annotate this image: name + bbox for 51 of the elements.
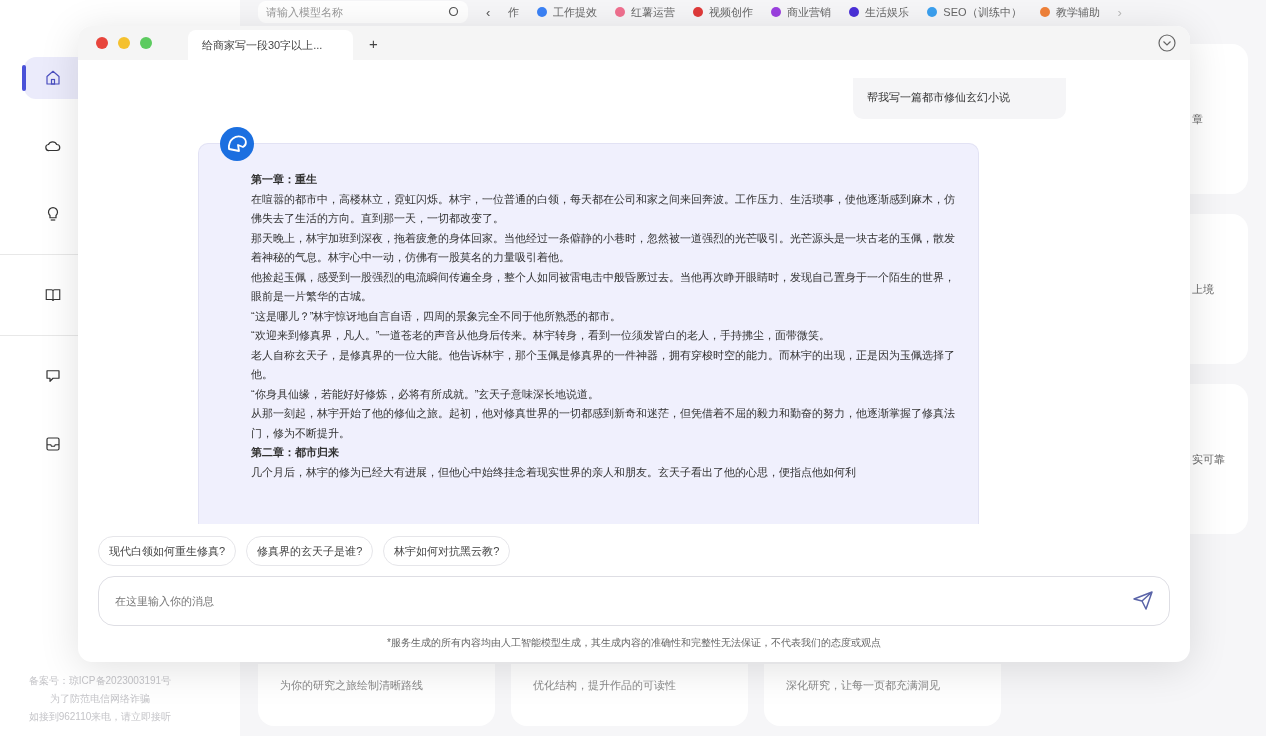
category-tab[interactable]: 视频创作 <box>693 4 754 20</box>
message-paragraph: 老人自称玄天子，是修真界的一位大能。他告诉林宇，那个玉佩是修真界的一件神器，拥有穿梭时空的能力。而林宇的出现，正是因为玉佩选择了他。 <box>251 347 956 382</box>
message-paragraph: “这是哪儿？”林宇惊讶地自言自语，四周的景象完全不同于他所熟悉的都市。 <box>251 308 623 324</box>
category-tab[interactable]: 教学辅助 <box>1039 4 1100 20</box>
message-paragraph: “欢迎来到修真界，凡人。”一道苍老的声音从他身后传来。林宇转身，看到一位须发皆白的老人，手持拂尘，面带微笑。 <box>251 328 832 343</box>
chevron-down-icon[interactable] <box>1158 34 1176 52</box>
card-text: 深化研究，让每一页都充满洞见 <box>786 678 940 693</box>
feature-card[interactable]: 上境 <box>1190 214 1248 364</box>
search-icon <box>448 6 460 18</box>
user-message: 帮我写一篇都市修仙玄幻小说 <box>853 78 1066 119</box>
category-tab[interactable]: SEO（训练中） <box>927 4 1022 20</box>
card-text: 优化结构，提升作品的可读性 <box>533 678 676 693</box>
message-paragraph: 在喧嚣的都市中，高楼林立，霓虹闪烁。林宇，一位普通的白领，每天都在公司和家之间来回奔波。工作压力、生活琐事，使他逐渐感到麻木，仿佛失去了生活的方向。直到那一天，一切都改变了。 <box>251 191 956 226</box>
disclaimer-text: *服务生成的所有内容均由人工智能模型生成，其生成内容的准确性和完整性无法保证，不代表我们的态度或观点 <box>386 636 882 650</box>
chapter-heading: 第一章：重生 <box>251 172 318 187</box>
card-text: 实可靠 <box>1192 451 1225 467</box>
message-paragraph: 他捡起玉佩，感受到一股强烈的电流瞬间传遍全身，整个人如同被雷电击中般昏厥过去。当他再次睁开眼睛时，发现自己置身于一个陌生的世界，眼前是一片繁华的古城。 <box>251 269 956 304</box>
feature-card[interactable]: 实可靠 <box>1190 384 1248 534</box>
card-text: 为你的研究之旅绘制清晰路线 <box>280 678 423 693</box>
maximize-button[interactable] <box>140 37 152 49</box>
inbox-icon <box>44 435 62 453</box>
feature-card[interactable]: 优化结构，提升作品的可读性 <box>511 664 748 726</box>
feature-card[interactable]: 章 <box>1190 44 1248 194</box>
card-text: 章 <box>1192 111 1203 127</box>
search-field[interactable]: 请输入模型名称 <box>258 1 468 23</box>
new-tab-button[interactable]: + <box>363 34 384 52</box>
category-tab[interactable]: 作 <box>508 4 520 20</box>
book-icon <box>44 286 62 304</box>
close-button[interactable] <box>96 37 108 49</box>
chat-icon <box>44 367 62 385</box>
category-tab[interactable]: 工作提效 <box>537 4 598 20</box>
chapter-heading: 第二章：都市归来 <box>251 445 340 460</box>
message-paragraph: 那天晚上，林宇加班到深夜，拖着疲惫的身体回家。当他经过一条僻静的小巷时，忽然被一道强烈的光芒吸引。光芒源头是一块古老的玉佩，散发着神秘的气息。林宇心中一动，仿佛有一股莫名的力量吸引着他。 <box>251 230 956 265</box>
message-paragraph: 几个月后，林宇的修为已经大有进展，但他心中始终挂念着现实世界的亲人和朋友。玄天子看出了他的心思，便指点他如何利 <box>251 464 857 480</box>
category-tab[interactable]: 红薯运营 <box>615 4 676 20</box>
sidebar-item[interactable] <box>24 57 80 99</box>
category-tab[interactable]: 生活娱乐 <box>849 4 910 20</box>
category-tab[interactable]: 商业营销 <box>771 4 832 20</box>
message-paragraph: “你身具仙缘，若能好好修炼，必将有所成就。”玄天子意味深长地说道。 <box>251 386 601 402</box>
chat-tab[interactable]: 给商家写一段30字以上... <box>188 30 353 60</box>
card-text: 上境 <box>1192 281 1214 297</box>
suggestion-chip[interactable]: 修真界的玄天子是谁? <box>246 536 374 566</box>
message-input[interactable]: 在这里输入你的消息 <box>98 576 1170 626</box>
bot-avatar-icon <box>220 127 254 161</box>
feature-card[interactable]: 深化研究，让每一页都充满洞见 <box>764 664 1001 726</box>
suggestion-chip[interactable]: 现代白领如何重生修真? <box>98 536 237 566</box>
home-icon <box>44 69 62 87</box>
feature-card[interactable]: 为你的研究之旅绘制清晰路线 <box>258 664 495 726</box>
scroll-left-button[interactable]: ‹ <box>486 4 491 20</box>
message-paragraph: 从那一刻起，林宇开始了他的修仙之旅。起初，他对修真世界的一切都感到新奇和迷茫，但凭借着不屈的毅力和勤奋的努力，他逐渐掌握了修真法门，修为不断提升。 <box>251 406 956 441</box>
suggestion-chip[interactable]: 林宇如何对抗黑云教? <box>383 536 511 566</box>
